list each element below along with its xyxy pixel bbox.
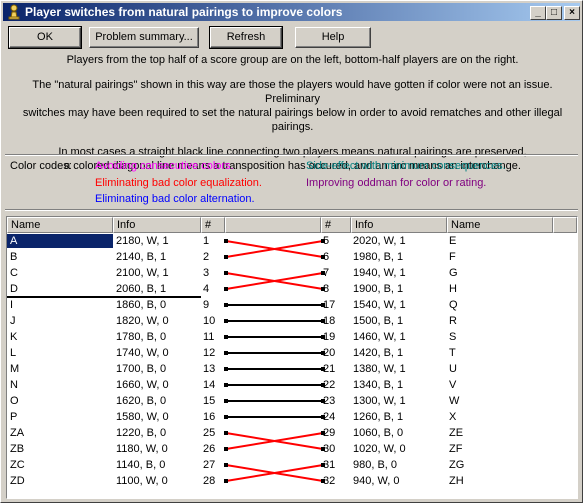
- left-endpoint-marker: [224, 239, 228, 243]
- problem-summary-button[interactable]: Problem summary...: [89, 27, 199, 48]
- right-endpoint-marker: [321, 255, 325, 259]
- right-endpoint-marker: [321, 383, 325, 387]
- left-endpoint-marker: [224, 255, 228, 259]
- help-button[interactable]: Help: [295, 27, 371, 48]
- color-code-alternation: Eliminating bad color alternation.: [95, 193, 255, 205]
- right-endpoint-marker: [321, 463, 325, 467]
- close-button[interactable]: ×: [564, 6, 580, 20]
- left-endpoint-marker: [224, 447, 228, 451]
- left-endpoint-marker: [224, 415, 228, 419]
- info-line-3: switches may have been required to set t…: [22, 107, 563, 133]
- right-endpoint-marker: [321, 367, 325, 371]
- pairing-lines: [224, 239, 325, 483]
- right-endpoint-marker: [321, 319, 325, 323]
- right-endpoint-marker: [321, 415, 325, 419]
- right-endpoint-marker: [321, 447, 325, 451]
- right-endpoint-marker: [321, 239, 325, 243]
- maximize-button[interactable]: □: [546, 6, 562, 20]
- right-endpoint-marker: [321, 287, 325, 291]
- ok-button[interactable]: OK: [8, 26, 82, 49]
- divider: [5, 209, 578, 211]
- right-endpoint-marker: [321, 431, 325, 435]
- left-endpoint-marker: [224, 335, 228, 339]
- info-line-1: Players from the top half of a score gro…: [66, 54, 519, 66]
- divider: [5, 154, 578, 156]
- left-endpoint-marker: [224, 431, 228, 435]
- left-endpoint-marker: [224, 367, 228, 371]
- left-endpoint-marker: [224, 351, 228, 355]
- color-code-side-effect: Side-effect with minimum consequences.: [306, 160, 506, 172]
- right-endpoint-marker: [321, 399, 325, 403]
- color-codes-label: Color codes:: [10, 160, 72, 172]
- right-endpoint-marker: [321, 351, 325, 355]
- left-endpoint-marker: [224, 383, 228, 387]
- left-endpoint-marker: [224, 287, 228, 291]
- info-line-4: In most cases a straight black line conn…: [58, 146, 527, 158]
- left-endpoint-marker: [224, 479, 228, 483]
- refresh-button[interactable]: Refresh: [209, 26, 283, 49]
- left-endpoint-marker: [224, 319, 228, 323]
- color-code-equalization: Eliminating bad color equalization.: [95, 177, 262, 189]
- pairings-table[interactable]: Name Info # # Info Name A 2180, W, 1 1 5 202…: [6, 216, 578, 499]
- color-code-oddman: Improving oddman for color or rating.: [306, 177, 487, 189]
- window-title: Player switches from natural pairings to…: [25, 5, 343, 19]
- left-endpoint-marker: [224, 463, 228, 467]
- right-endpoint-marker: [321, 303, 325, 307]
- right-endpoint-marker: [321, 271, 325, 275]
- pairing-dialog: Player switches from natural pairings to…: [0, 0, 583, 503]
- right-endpoint-marker: [321, 335, 325, 339]
- right-endpoint-marker: [321, 479, 325, 483]
- color-code-consecutive: Avoiding consecutive colors.: [95, 160, 234, 172]
- minimize-button[interactable]: _: [530, 6, 546, 20]
- title-bar[interactable]: Player switches from natural pairings to…: [3, 3, 580, 21]
- left-endpoint-marker: [224, 399, 228, 403]
- left-endpoint-marker: [224, 271, 228, 275]
- info-line-2: The "natural pairings" shown in this way…: [32, 79, 553, 105]
- left-endpoint-marker: [224, 303, 228, 307]
- pawn-icon: [8, 4, 20, 20]
